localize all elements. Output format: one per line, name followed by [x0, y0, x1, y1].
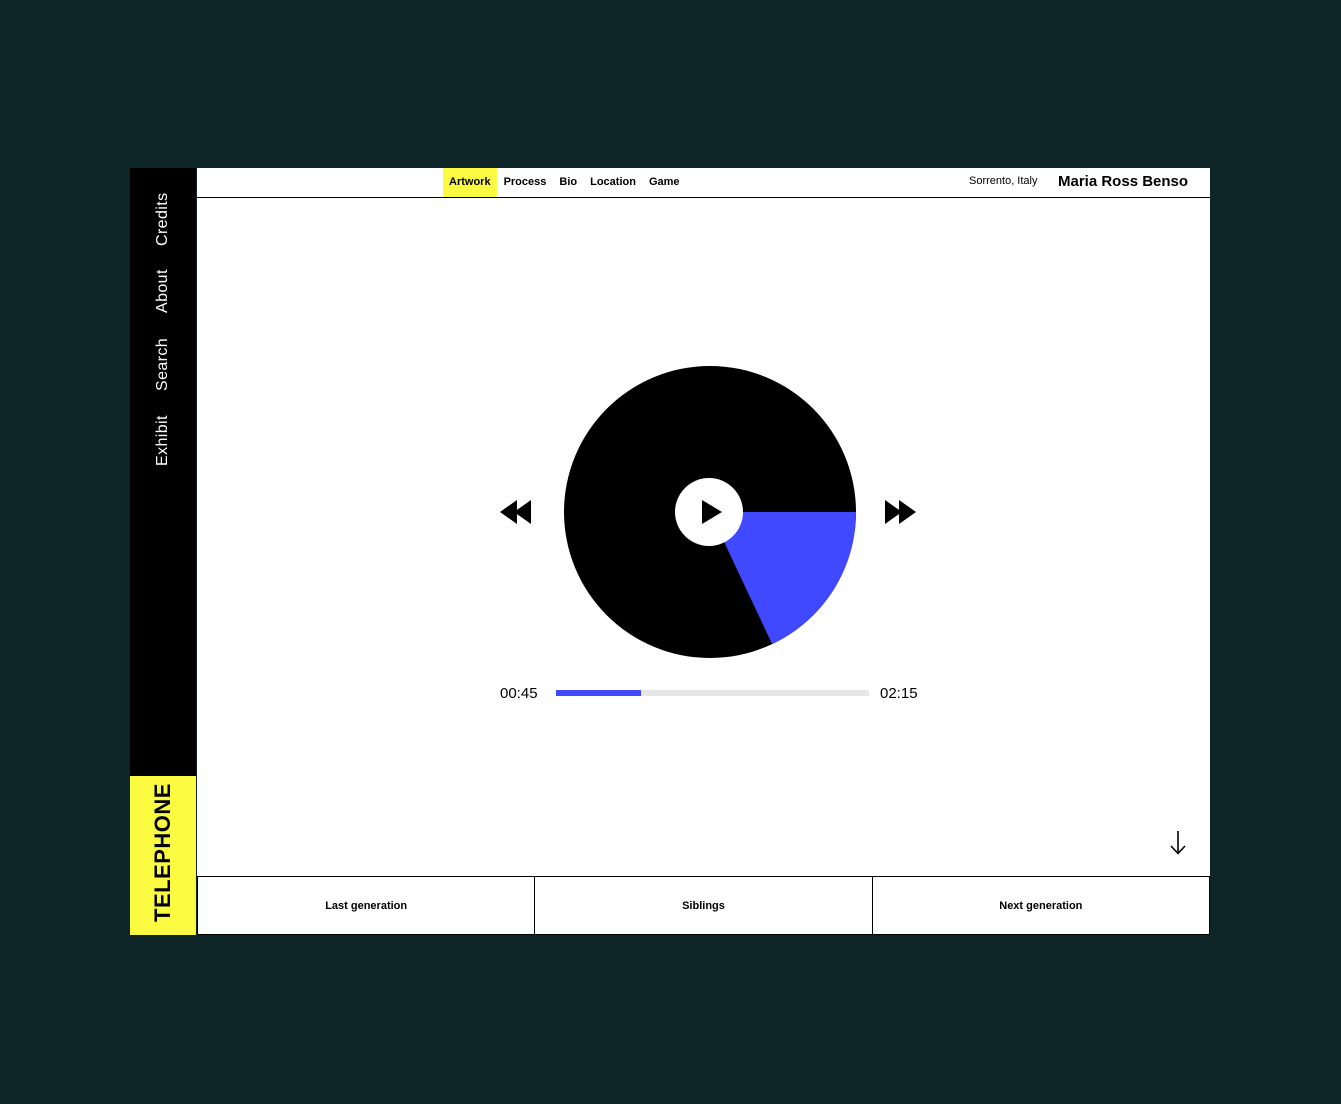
sidebar-link-credits[interactable]: Credits	[154, 193, 172, 246]
tab-bio[interactable]: Bio	[553, 168, 583, 197]
rewind-icon[interactable]	[500, 500, 534, 524]
sidebar-link-exhibit[interactable]: Exhibit	[154, 415, 172, 466]
siblings-button[interactable]: Siblings	[535, 876, 873, 935]
progress-fill	[556, 690, 641, 696]
next-generation-button[interactable]: Next generation	[872, 876, 1210, 935]
tab-game[interactable]: Game	[643, 168, 686, 197]
progress-bar[interactable]	[556, 690, 869, 696]
sidebar-link-about[interactable]: About	[154, 269, 172, 313]
fast-forward-icon[interactable]	[885, 500, 919, 524]
tab-artwork[interactable]: Artwork	[443, 168, 497, 197]
last-generation-button[interactable]: Last generation	[197, 876, 536, 935]
play-button[interactable]	[675, 478, 743, 546]
top-bar: Artwork Process Bio Location Game Sorren…	[197, 168, 1210, 198]
artist-location: Sorrento, Italy	[969, 175, 1038, 187]
app-frame: Credits About Search Exhibit TELEPHONE A…	[130, 168, 1210, 935]
tab-process[interactable]: Process	[498, 168, 553, 197]
brand-logo-text: TELEPHONE	[150, 783, 175, 922]
tab-location[interactable]: Location	[584, 168, 642, 197]
artist-name: Maria Ross Benso	[1058, 173, 1189, 190]
sidebar-nav: Credits About Search Exhibit	[130, 186, 196, 466]
arrow-down-icon[interactable]	[1167, 830, 1189, 856]
total-time: 02:15	[880, 685, 918, 702]
tab-bar: Artwork Process Bio Location Game	[443, 168, 687, 197]
main-panel: Artwork Process Bio Location Game Sorren…	[197, 168, 1210, 935]
brand-block[interactable]: TELEPHONE	[130, 776, 196, 935]
play-icon	[702, 500, 722, 524]
current-time: 00:45	[500, 685, 538, 702]
sidebar-link-search[interactable]: Search	[154, 338, 172, 391]
sidebar: Credits About Search Exhibit TELEPHONE	[130, 168, 196, 935]
generation-nav: Last generation Siblings Next generation	[197, 876, 1210, 935]
